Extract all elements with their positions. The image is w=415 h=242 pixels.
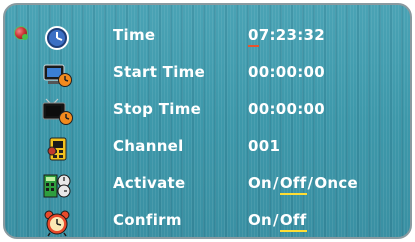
stop-time-value[interactable]: 00:00:00 [248, 100, 325, 118]
channel-icon [47, 137, 67, 161]
menu-row-stop-time[interactable]: Stop Time 00:00:00 [5, 94, 410, 130]
activate-option-on[interactable]: On [248, 174, 272, 192]
tv-clock-stop-icon [42, 98, 73, 125]
menu-row-start-time[interactable]: Start Time 00:00:00 [5, 57, 410, 93]
activate-options[interactable]: On/Off/Once [248, 174, 358, 195]
menu-row-time[interactable]: Time 07:23:32 [5, 20, 410, 56]
alarm-clock-icon [44, 210, 70, 237]
clock-icon [45, 26, 69, 50]
menu-row-confirm[interactable]: Confirm On/Off [5, 205, 410, 237]
start-time-value[interactable]: 00:00:00 [248, 63, 325, 81]
timer-settings-menu: Time 07:23:32 Start Time 00:00:00 Stop T… [3, 3, 412, 239]
activate-option-once[interactable]: Once [314, 174, 358, 192]
confirm-option-off[interactable]: Off [279, 211, 307, 232]
time-value[interactable]: 07:23:32 [248, 26, 326, 47]
confirm-option-on[interactable]: On [248, 211, 272, 229]
channel-label: Channel [113, 137, 184, 155]
time-value-rest: 7:23:32 [258, 26, 326, 44]
activate-option-off[interactable]: Off [279, 174, 307, 195]
start-time-label: Start Time [113, 63, 206, 81]
confirm-label: Confirm [113, 211, 182, 229]
stop-time-label: Stop Time [113, 100, 202, 118]
menu-row-channel[interactable]: Channel 001 [5, 131, 410, 167]
confirm-separator: / [273, 211, 279, 229]
activate-separator: / [307, 174, 314, 192]
time-label: Time [113, 26, 156, 44]
activate-separator: / [273, 174, 279, 192]
channel-value[interactable]: 001 [248, 137, 280, 155]
activate-label: Activate [113, 174, 186, 192]
tv-clock-start-icon [43, 64, 72, 87]
activate-icon [43, 174, 71, 198]
menu-row-activate[interactable]: Activate On/Off/Once [5, 168, 410, 204]
confirm-options[interactable]: On/Off [248, 211, 307, 232]
time-cursor-digit: 0 [248, 26, 259, 47]
